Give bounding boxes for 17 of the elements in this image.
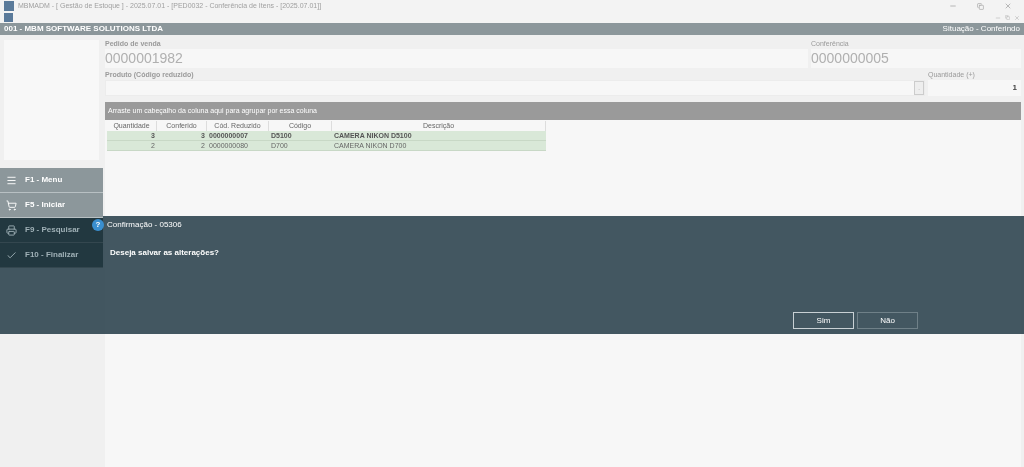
dialog-button[interactable]: Sim xyxy=(793,312,854,329)
company-name: 001 - MBM SOFTWARE SOLUTIONS LTDA xyxy=(4,23,163,35)
status-text: Situação - Conferindo xyxy=(942,23,1020,35)
menu-icon xyxy=(6,174,17,186)
minimize-icon[interactable] xyxy=(949,2,957,10)
cart-icon xyxy=(6,199,17,211)
sidebar-button[interactable]: F10 - Finalizar xyxy=(0,243,103,268)
check-icon xyxy=(6,249,17,261)
dialog-title: Confirmação - 05306 xyxy=(107,219,182,231)
close-icon[interactable] xyxy=(1014,14,1020,21)
dialog-message: Deseja salvar as alterações? xyxy=(110,247,220,259)
close-icon[interactable] xyxy=(1004,2,1012,10)
restore-icon[interactable] xyxy=(977,2,984,10)
printer-icon xyxy=(6,224,17,236)
quantity-field[interactable]: 1 xyxy=(928,80,1021,96)
restore-icon[interactable] xyxy=(1005,15,1010,20)
dialog-button[interactable]: Não xyxy=(857,312,918,329)
